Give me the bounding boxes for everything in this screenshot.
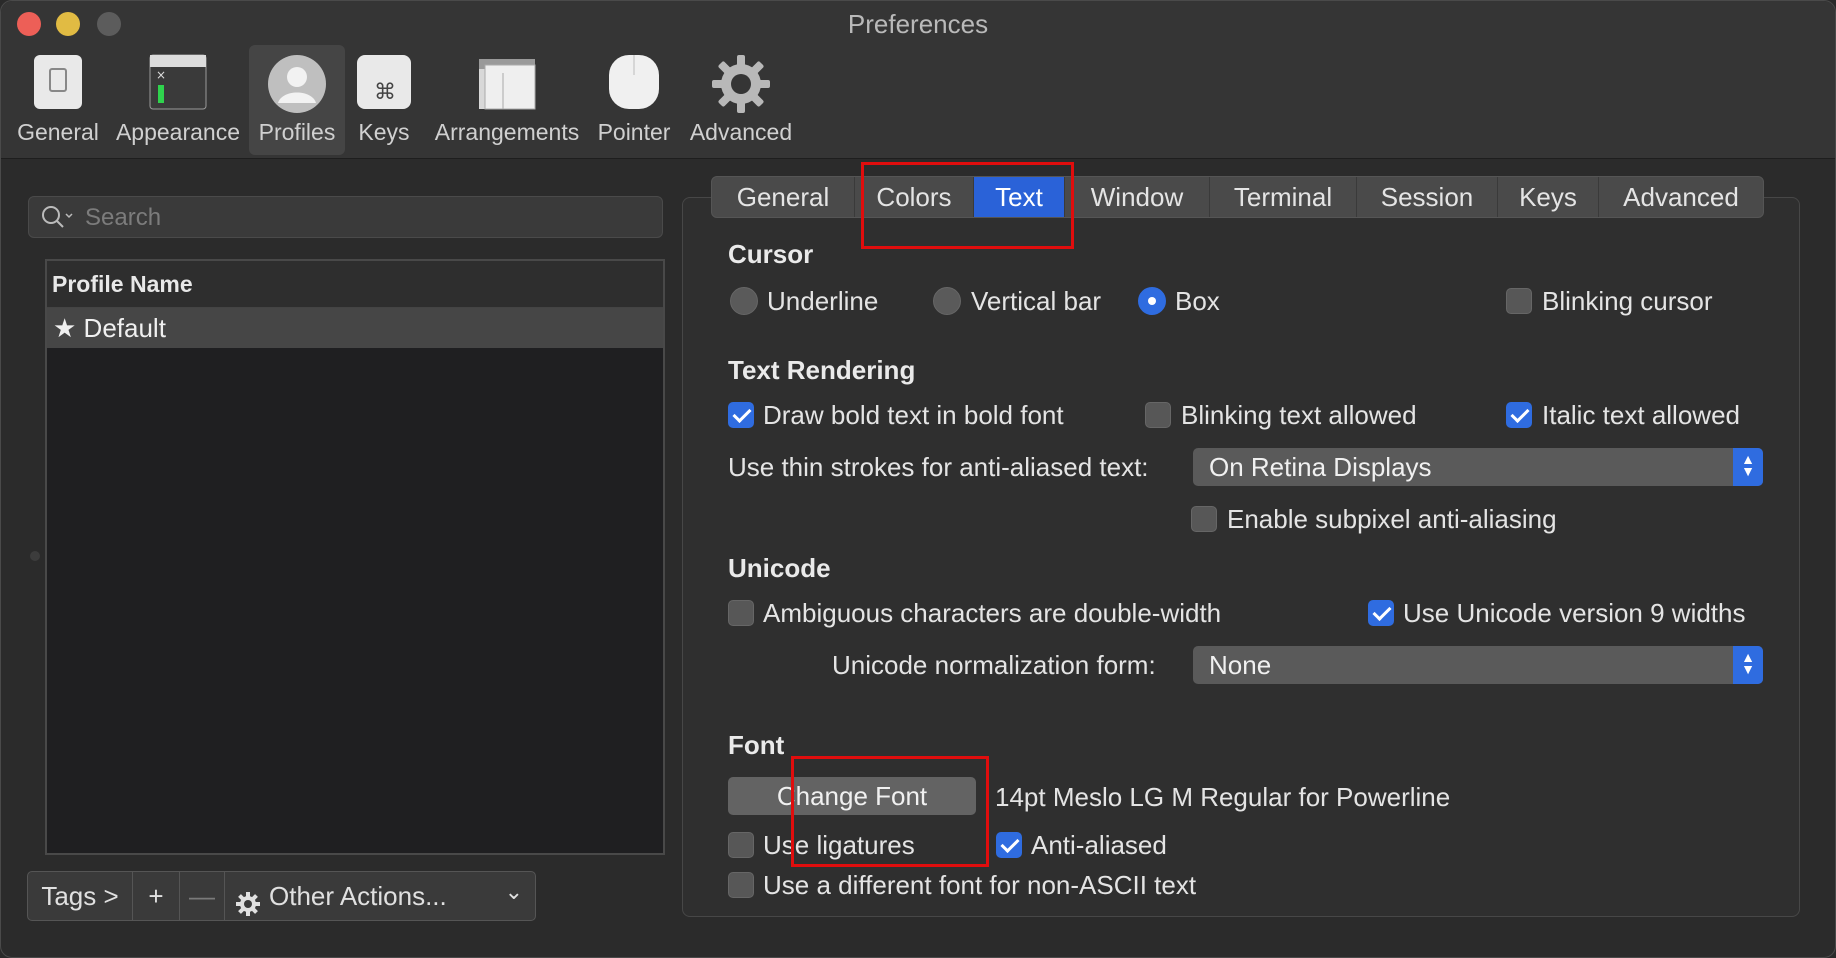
profile-list: Profile Name ★ Default <box>45 259 665 855</box>
keys-icon: ⌘ <box>355 53 413 116</box>
ligatures-checkbox[interactable] <box>728 832 754 858</box>
text-rendering-heading: Text Rendering <box>728 355 916 385</box>
arrangements-icon <box>477 53 537 116</box>
search-icon <box>41 205 75 234</box>
toolbar: Preferences General × Appearance Profile… <box>1 1 1835 159</box>
cursor-underline-radio[interactable] <box>730 287 758 315</box>
updown-arrows-icon: ▲ ▼ <box>1733 646 1763 684</box>
thin-strokes-value: On Retina Displays <box>1209 452 1432 482</box>
subpixel-checkbox[interactable] <box>1191 506 1217 532</box>
toolbar-profiles[interactable]: Profiles <box>249 45 345 155</box>
bold-font-checkbox[interactable] <box>728 402 754 428</box>
unicode-9-label: Use Unicode version 9 widths <box>1403 598 1746 628</box>
toolbar-advanced[interactable]: Advanced <box>685 45 797 155</box>
remove-profile-button[interactable]: — <box>180 872 225 920</box>
preferences-window: Preferences General × Appearance Profile… <box>0 0 1836 958</box>
cursor-box-label: Box <box>1175 286 1220 316</box>
normalization-label: Unicode normalization form: <box>832 650 1156 680</box>
cursor-vertical-bar-radio[interactable] <box>933 287 961 315</box>
blinking-text-checkbox[interactable] <box>1145 402 1171 428</box>
svg-text:×: × <box>156 68 166 82</box>
search-placeholder: Search <box>85 204 162 231</box>
toolbar-keys[interactable]: ⌘ Keys <box>351 45 417 155</box>
split-handle[interactable] <box>30 551 40 561</box>
other-actions-label: Other Actions... <box>269 881 447 911</box>
updown-arrows-icon: ▲ ▼ <box>1733 448 1763 486</box>
other-actions-menu[interactable]: Other Actions... ⌄ <box>225 872 535 920</box>
ambiguous-width-checkbox[interactable] <box>728 600 754 626</box>
cursor-box-radio[interactable] <box>1138 287 1166 315</box>
blinking-cursor-checkbox[interactable] <box>1506 288 1532 314</box>
toolbar-arrangements[interactable]: Arrangements <box>429 45 585 155</box>
tab-advanced[interactable]: Advanced <box>1599 177 1763 217</box>
blinking-cursor-label: Blinking cursor <box>1542 286 1713 316</box>
ambiguous-width-label: Ambiguous characters are double-width <box>763 598 1222 628</box>
anti-aliased-label: Anti-aliased <box>1031 830 1167 860</box>
svg-text:⌘: ⌘ <box>374 80 396 105</box>
normalization-select[interactable]: None ▲ ▼ <box>1193 646 1763 684</box>
profile-search-input[interactable]: Search <box>28 196 663 238</box>
normalization-value: None <box>1209 650 1272 680</box>
non-ascii-font-label: Use a different font for non-ASCII text <box>763 870 1197 900</box>
toolbar-general[interactable]: General <box>11 45 105 155</box>
bold-font-label: Draw bold text in bold font <box>763 400 1064 430</box>
annotation-highlight-font <box>791 756 989 867</box>
add-profile-button[interactable]: + <box>133 872 180 920</box>
thin-strokes-label: Use thin strokes for anti-aliased text: <box>728 452 1149 482</box>
general-icon <box>30 53 86 116</box>
profiles-icon <box>266 53 328 120</box>
pointer-icon <box>605 53 663 116</box>
star-icon: ★ <box>53 313 77 343</box>
italic-text-label: Italic text allowed <box>1542 400 1740 430</box>
unicode-9-checkbox[interactable] <box>1368 600 1394 626</box>
toolbar-appearance[interactable]: × Appearance <box>111 45 245 155</box>
anti-aliased-checkbox[interactable] <box>996 832 1022 858</box>
tags-button[interactable]: Tags > <box>28 872 133 920</box>
window-title: Preferences <box>847 9 989 39</box>
unicode-heading: Unicode <box>728 553 831 583</box>
toolbar-pointer[interactable]: Pointer <box>593 45 675 155</box>
cursor-underline-label: Underline <box>767 286 879 316</box>
profile-name-header[interactable]: Profile Name <box>47 261 663 308</box>
italic-text-checkbox[interactable] <box>1506 402 1532 428</box>
profile-name: Default <box>83 313 166 343</box>
font-heading: Font <box>728 730 785 760</box>
current-font-label: 14pt Meslo LG M Regular for Powerline <box>995 782 1451 812</box>
subpixel-label: Enable subpixel anti-aliasing <box>1227 504 1557 534</box>
cursor-vertical-bar-label: Vertical bar <box>971 286 1102 316</box>
appearance-icon: × <box>148 53 208 116</box>
profile-actions-bar: Tags > + — Other Actions... ⌄ <box>27 871 536 921</box>
chevron-down-icon: ⌄ <box>504 879 523 904</box>
cursor-heading: Cursor <box>728 239 814 269</box>
tab-keys[interactable]: Keys <box>1498 177 1599 217</box>
gear-icon <box>235 884 261 932</box>
tab-window[interactable]: Window <box>1065 177 1210 217</box>
gear-icon <box>710 53 772 120</box>
tab-session[interactable]: Session <box>1357 177 1498 217</box>
tab-general[interactable]: General <box>712 177 855 217</box>
non-ascii-font-checkbox[interactable] <box>728 872 754 898</box>
profile-row-default[interactable]: ★ Default <box>47 308 663 348</box>
blinking-text-label: Blinking text allowed <box>1181 400 1417 430</box>
tab-terminal[interactable]: Terminal <box>1210 177 1357 217</box>
annotation-highlight-tabs <box>861 162 1074 249</box>
thin-strokes-select[interactable]: On Retina Displays ▲ ▼ <box>1193 448 1763 486</box>
